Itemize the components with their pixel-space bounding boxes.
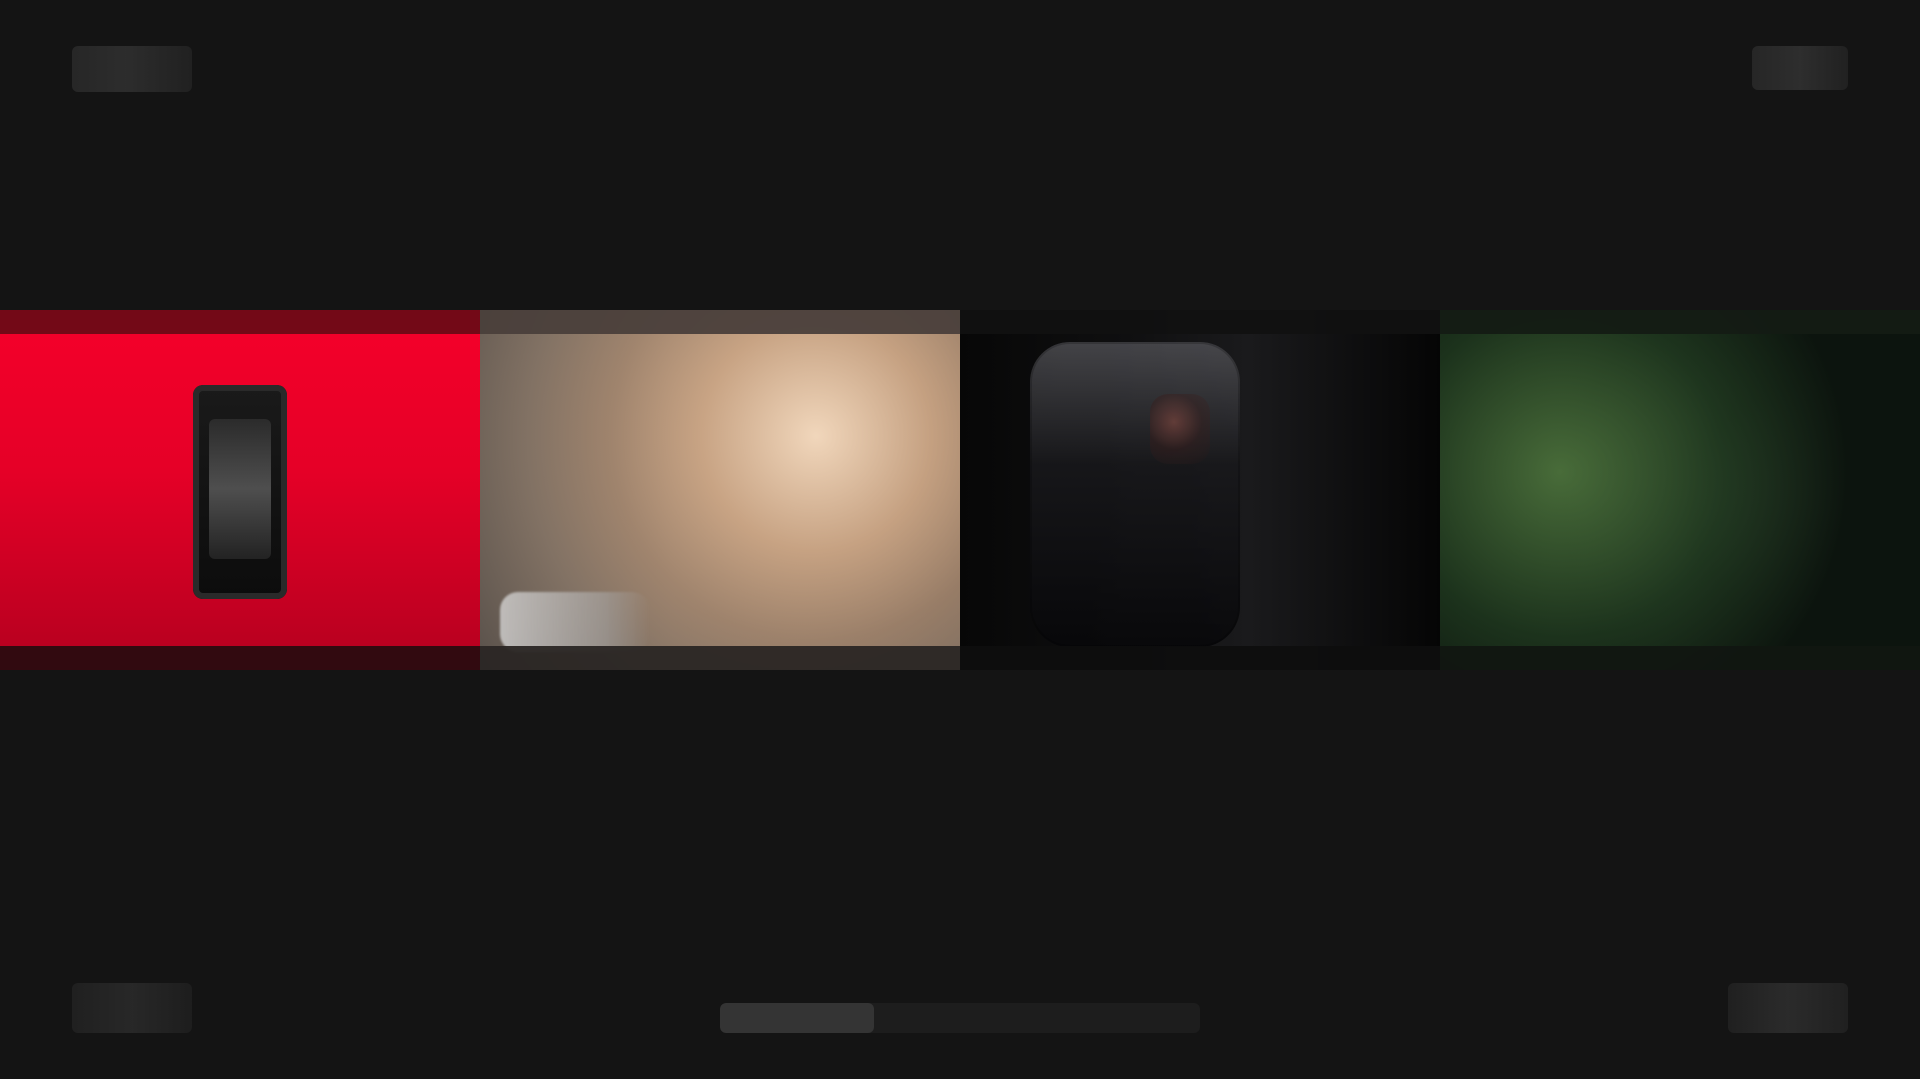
top-right-control[interactable] (1752, 46, 1848, 90)
carousel-item-3[interactable] (960, 310, 1440, 670)
carousel-item-1[interactable] (0, 310, 480, 670)
thumbnail-3 (960, 310, 1440, 670)
carousel (0, 310, 1920, 670)
thumbnail-3-bottom-band (960, 646, 1440, 670)
bottom-right-control[interactable] (1728, 983, 1848, 1033)
phone-illustration (193, 385, 287, 599)
progress-bar[interactable] (720, 1003, 1200, 1033)
thumbnail-4 (1440, 310, 1920, 670)
thumbnail-2-bottom-band (480, 646, 960, 670)
bottom-left-control[interactable] (72, 983, 192, 1033)
top-left-control[interactable] (72, 46, 192, 92)
thumbnail-1-bottom-band (0, 646, 480, 670)
thumbnail-4-bottom-band (1440, 646, 1920, 670)
thumbnail-2-top-band (480, 310, 960, 334)
figure-illustration (1030, 342, 1240, 647)
carousel-item-4[interactable] (1440, 310, 1920, 670)
media-app (0, 0, 1920, 1079)
thumbnail-2 (480, 310, 960, 670)
thumbnail-1-top-band (0, 310, 480, 334)
hand-illustration (500, 592, 650, 652)
thumbnail-4-top-band (1440, 310, 1920, 334)
progress-fill (720, 1003, 874, 1033)
thumbnail-3-top-band (960, 310, 1440, 334)
carousel-item-2[interactable] (480, 310, 960, 670)
thumbnail-1 (0, 310, 480, 670)
